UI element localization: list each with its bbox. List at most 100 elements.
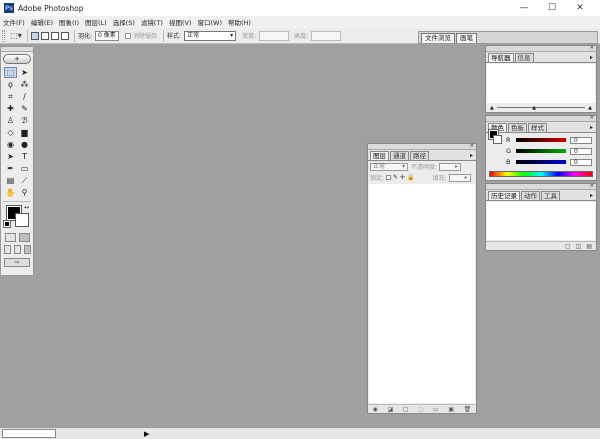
new-document-icon[interactable]: ▢: [565, 243, 571, 250]
panel-menu-icon[interactable]: ▸: [470, 152, 473, 159]
lock-image-icon[interactable]: ✎: [393, 174, 398, 181]
zoom-thumb[interactable]: ▲: [532, 105, 536, 111]
menu-item[interactable]: 编辑(E): [31, 17, 53, 27]
stamp-icon[interactable]: ♙: [4, 115, 17, 126]
lock-position-icon[interactable]: ✛: [400, 174, 405, 181]
marquee-tool-preset-icon[interactable]: ⬚▾: [8, 30, 24, 42]
intersect-selection-icon[interactable]: [61, 31, 69, 40]
standard-screen-mode-button[interactable]: [3, 245, 11, 254]
options-grip[interactable]: [2, 29, 5, 42]
menu-item[interactable]: 视图(V): [169, 17, 192, 27]
well-tab[interactable]: 画笔: [456, 33, 477, 43]
background-color-swatch[interactable]: [493, 135, 502, 144]
layer-set-icon[interactable]: ▢: [403, 406, 409, 413]
eyedropper-icon[interactable]: ⟋: [18, 175, 31, 186]
adjustment-layer-icon[interactable]: ◌: [418, 406, 423, 413]
color-ramp[interactable]: [489, 171, 593, 177]
channel-slider[interactable]: [516, 138, 566, 142]
panel-tab[interactable]: 历史记录: [488, 191, 520, 200]
lock-transparency-checkbox[interactable]: [386, 175, 392, 180]
close-icon[interactable]: ✕: [590, 45, 594, 51]
panel-menu-icon[interactable]: ▸: [590, 192, 593, 199]
move-icon[interactable]: ➤: [18, 67, 31, 78]
menu-item[interactable]: 图象(I): [59, 17, 79, 27]
menu-item[interactable]: 窗口(W): [197, 17, 222, 27]
healing-brush-icon[interactable]: ✚: [4, 103, 17, 114]
blur-icon[interactable]: ◉: [4, 139, 17, 150]
menu-item[interactable]: 文件(F): [3, 17, 25, 27]
panel-tab[interactable]: 信息: [514, 53, 534, 62]
height-input[interactable]: [311, 30, 342, 41]
style-select[interactable]: 正常 ▾: [184, 30, 237, 41]
menu-item[interactable]: 帮助(H): [228, 17, 251, 27]
pen-icon[interactable]: ✒: [4, 163, 17, 174]
slice-icon[interactable]: ∕: [18, 91, 31, 102]
type-icon[interactable]: T: [18, 151, 31, 162]
notes-icon[interactable]: ▤: [4, 175, 17, 186]
panel-tab[interactable]: 路径: [410, 151, 429, 160]
magic-wand-icon[interactable]: ⁂: [18, 79, 31, 90]
panel-tab[interactable]: 通道: [390, 151, 409, 160]
channel-slider[interactable]: [516, 149, 566, 153]
status-menu-arrow-icon[interactable]: ▶: [144, 430, 149, 438]
menu-item[interactable]: 图层(L): [85, 17, 107, 27]
new-snapshot-icon[interactable]: ◫: [576, 243, 582, 250]
dodge-icon[interactable]: ●: [18, 139, 31, 150]
layer-mask-icon[interactable]: ◪: [388, 406, 394, 413]
zoom-field[interactable]: [2, 429, 56, 438]
zoom-in-icon[interactable]: ▲: [588, 105, 592, 111]
lock-all-icon[interactable]: 🔒: [407, 174, 414, 181]
panel-tab[interactable]: 动作: [521, 191, 540, 200]
full-screen-menu-mode-button[interactable]: [13, 245, 21, 254]
add-selection-icon[interactable]: [41, 31, 49, 40]
blend-mode-select[interactable]: 正常 ▾: [370, 162, 408, 171]
delete-icon[interactable]: ▤: [586, 243, 592, 250]
full-screen-mode-button[interactable]: [23, 245, 31, 254]
panel-menu-icon[interactable]: ▸: [590, 124, 593, 131]
new-selection-icon[interactable]: [31, 31, 39, 40]
hand-icon[interactable]: ✋: [4, 187, 17, 198]
panel-tab[interactable]: 样式: [528, 123, 547, 132]
layer-style-icon[interactable]: ◉: [373, 406, 378, 413]
channel-slider[interactable]: [516, 160, 566, 164]
quick-mask-mode-button[interactable]: [18, 233, 30, 242]
link-icon[interactable]: ▭: [433, 406, 439, 413]
zoom-icon[interactable]: ⚲: [18, 187, 31, 198]
jump-to-imageready-button[interactable]: ⇨: [4, 258, 30, 267]
eraser-icon[interactable]: ◇: [4, 127, 17, 138]
channel-value-input[interactable]: 0: [570, 147, 592, 155]
standard-mode-button[interactable]: [4, 233, 16, 242]
background-color-swatch[interactable]: [15, 213, 29, 227]
panel-tab[interactable]: 色板: [508, 123, 527, 132]
brush-icon[interactable]: ✎: [18, 103, 31, 114]
zoom-track[interactable]: ▲: [496, 105, 586, 111]
shape-icon[interactable]: ▭: [18, 163, 31, 174]
trash-icon[interactable]: 🗑: [464, 406, 472, 413]
menu-item[interactable]: 选择(S): [113, 17, 135, 27]
close-icon[interactable]: ✕: [590, 183, 594, 189]
panel-menu-icon[interactable]: ▸: [590, 54, 593, 61]
gradient-icon[interactable]: ▆: [18, 127, 31, 138]
path-select-icon[interactable]: ➤: [4, 151, 17, 162]
feather-input[interactable]: 0 像素: [95, 30, 120, 41]
close-button[interactable]: ✕: [568, 0, 592, 16]
panel-tab[interactable]: 导航器: [488, 53, 514, 62]
maximize-button[interactable]: ☐: [540, 0, 564, 16]
panel-tab[interactable]: 工具: [541, 191, 560, 200]
well-tab[interactable]: 文件浏览: [421, 33, 455, 43]
zoom-slider[interactable]: ▲ ▲ ▲: [490, 105, 592, 112]
width-input[interactable]: [259, 30, 290, 41]
opacity-input[interactable]: ▸: [439, 162, 462, 171]
subtract-selection-icon[interactable]: [51, 31, 59, 40]
marquee-icon[interactable]: ⬚: [4, 67, 17, 78]
crop-icon[interactable]: ⌗: [4, 91, 17, 102]
close-icon[interactable]: ✕: [470, 143, 474, 149]
swap-colors-icon[interactable]: ↔: [24, 204, 29, 211]
new-layer-icon[interactable]: ▣: [448, 406, 454, 413]
panel-tab[interactable]: 图层: [370, 151, 389, 160]
antialias-checkbox[interactable]: [125, 32, 132, 39]
menu-item[interactable]: 滤镜(T): [141, 17, 163, 27]
default-colors-icon[interactable]: [3, 220, 11, 228]
zoom-out-icon[interactable]: ▲: [490, 105, 494, 111]
close-icon[interactable]: ✕: [590, 115, 594, 121]
